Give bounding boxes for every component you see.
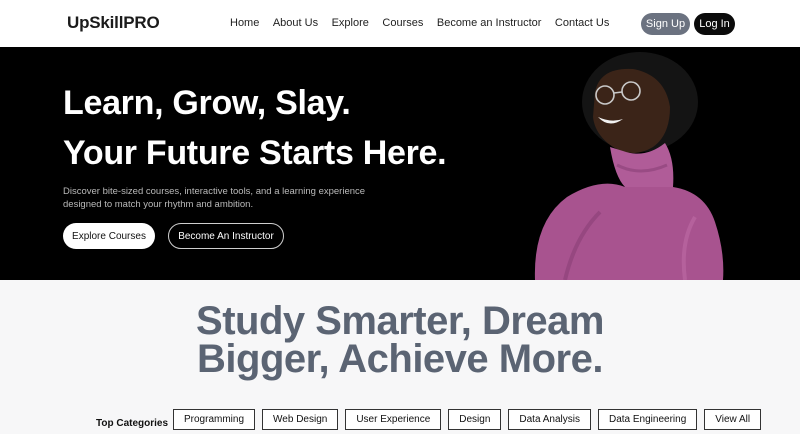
category-chip-data-engineering[interactable]: Data Engineering	[597, 409, 698, 430]
signup-button[interactable]: Sign Up	[641, 13, 690, 35]
hero-person-image	[534, 52, 724, 280]
top-categories-label: Top Categories	[96, 418, 169, 429]
login-button[interactable]: Log In	[694, 13, 735, 35]
hero-headline-line1: Learn, Grow, Slay.	[63, 84, 351, 122]
nav-link-courses[interactable]: Courses	[382, 17, 423, 29]
category-chip-data-analysis[interactable]: Data Analysis	[508, 409, 591, 430]
category-chip-user-experience[interactable]: User Experience	[345, 409, 442, 430]
category-chips: Programming Web Design User Experience D…	[173, 409, 768, 430]
hero-headline-line2: Your Future Starts Here.	[63, 134, 447, 172]
nav-link-contact-us[interactable]: Contact Us	[555, 17, 609, 29]
top-navbar: UpSkillPRO Home About Us Explore Courses…	[0, 0, 800, 47]
explore-courses-button[interactable]: Explore Courses	[63, 223, 155, 249]
hero-section: Learn, Grow, Slay. Your Future Starts He…	[0, 47, 800, 280]
section-heading-line2: Bigger, Achieve More.	[197, 337, 603, 381]
brand-logo[interactable]: UpSkillPRO	[67, 13, 160, 33]
nav-link-become-instructor[interactable]: Become an Instructor	[437, 17, 542, 29]
nav-link-explore[interactable]: Explore	[332, 17, 369, 29]
category-chip-view-all[interactable]: View All	[704, 409, 762, 430]
become-instructor-button[interactable]: Become An Instructor	[168, 223, 284, 249]
nav-link-home[interactable]: Home	[230, 17, 259, 29]
nav-link-about-us[interactable]: About Us	[273, 17, 318, 29]
section-heading: Study Smarter, Dream Bigger, Achieve Mor…	[0, 301, 800, 381]
main-nav: Home About Us Explore Courses Become an …	[230, 17, 623, 29]
category-chip-programming[interactable]: Programming	[173, 409, 256, 430]
category-chip-design[interactable]: Design	[448, 409, 502, 430]
category-chip-web-design[interactable]: Web Design	[262, 409, 339, 430]
hero-subtitle: Discover bite-sized courses, interactive…	[63, 186, 366, 210]
